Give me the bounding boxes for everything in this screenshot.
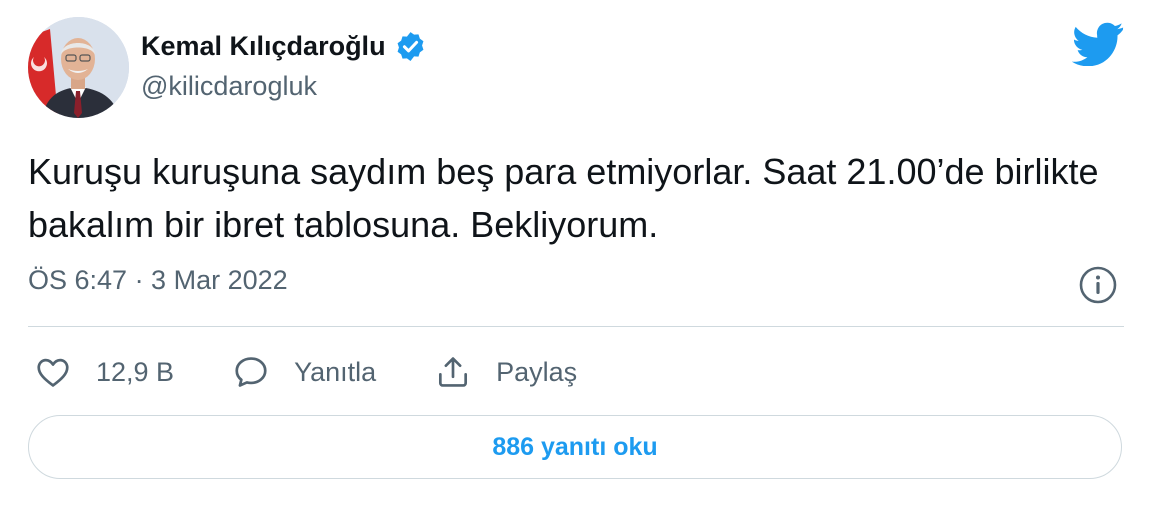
tweet-actions: 12,9 B Yanıtla Paylaş (34, 350, 635, 394)
share-button[interactable]: Paylaş (434, 353, 577, 391)
author-handle[interactable]: @kilicdarogluk (141, 71, 317, 102)
share-label: Paylaş (496, 356, 578, 387)
verified-badge-icon (397, 31, 423, 61)
read-replies-button[interactable]: 886 yanıtı oku (28, 415, 1122, 479)
avatar-photo (28, 17, 129, 118)
reply-button[interactable]: Yanıtla (232, 353, 376, 391)
twitter-bird-icon[interactable] (1072, 22, 1124, 66)
heart-icon (37, 358, 69, 387)
like-button[interactable]: 12,9 B (34, 353, 174, 391)
divider (28, 326, 1124, 327)
info-icon[interactable] (1078, 265, 1118, 305)
avatar[interactable] (28, 17, 129, 118)
reply-label: Yanıtla (294, 356, 377, 387)
reply-bubble-icon (235, 357, 267, 387)
tweet-text: Kuruşu kuruşuna saydım beş para etmiyorl… (28, 151, 1099, 245)
like-count: 12,9 B (96, 356, 175, 387)
author-display-name[interactable]: Kemal Kılıçdaroğlu (141, 31, 386, 62)
tweet-timestamp[interactable]: ÖS 6:47 · 3 Mar 2022 (28, 265, 288, 296)
share-icon (439, 357, 468, 387)
read-replies-label: 886 yanıtı oku (492, 432, 658, 461)
author-name-row: Kemal Kılıçdaroğlu (141, 29, 427, 63)
